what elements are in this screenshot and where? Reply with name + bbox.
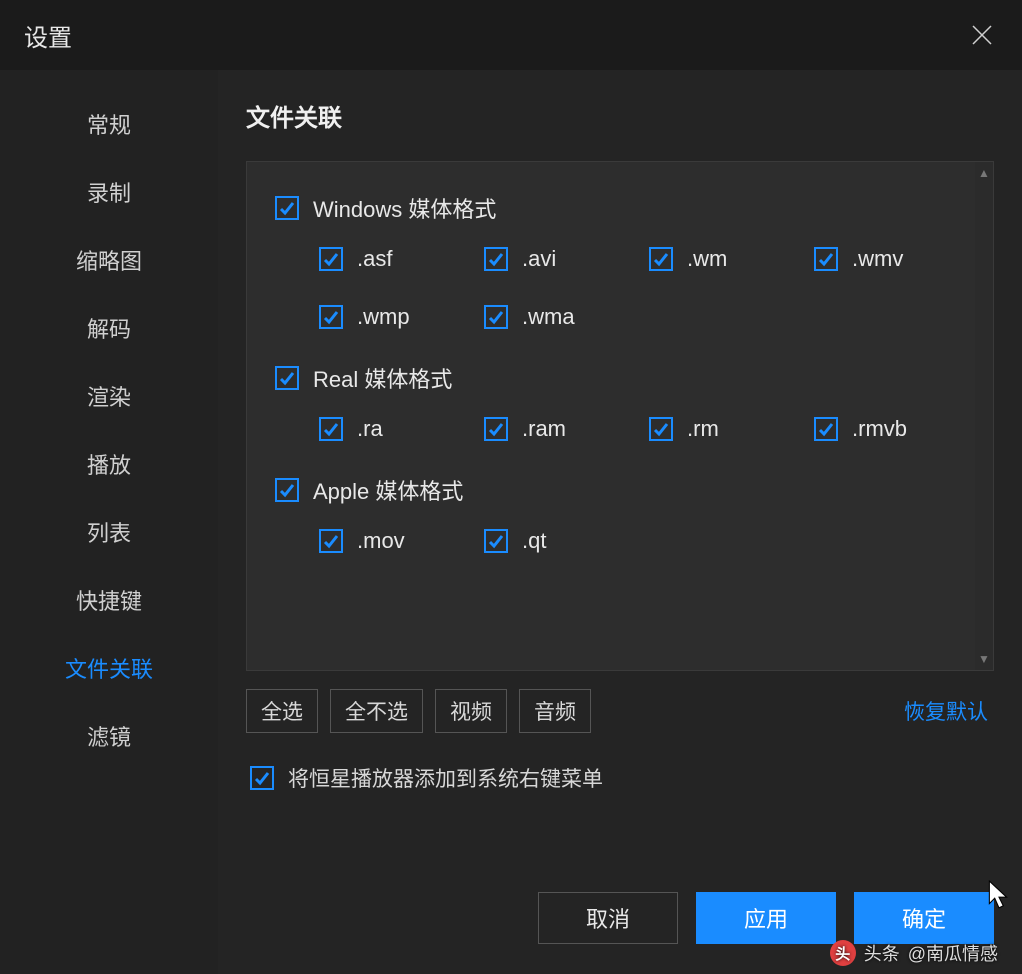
sidebar-item-file-association[interactable]: 文件关联 (0, 634, 218, 702)
check-icon (818, 251, 834, 267)
check-icon (653, 421, 669, 437)
sidebar-item-filter[interactable]: 滤镜 (0, 702, 218, 770)
ext-label: .wma (522, 304, 575, 330)
ext-label: .asf (357, 246, 392, 272)
group-checkbox-real[interactable] (275, 366, 299, 390)
quick-select-row: 全选 全不选 视频 音频 恢复默认 (246, 689, 994, 733)
group-label: Apple 媒体格式 (313, 474, 463, 506)
ext-label: .wmp (357, 304, 410, 330)
sidebar-item-thumbnail[interactable]: 缩略图 (0, 226, 218, 294)
ext-label: .mov (357, 528, 405, 554)
ext-checkbox-qt[interactable] (484, 529, 508, 553)
check-icon (254, 770, 270, 786)
sidebar-item-render[interactable]: 渲染 (0, 362, 218, 430)
check-icon (323, 421, 339, 437)
scroll-up-icon[interactable]: ▲ (978, 166, 990, 180)
ext-label: .wm (687, 246, 727, 272)
ext-checkbox-asf[interactable] (319, 247, 343, 271)
context-menu-row: 将恒星播放器添加到系统右键菜单 (246, 763, 994, 793)
watermark: 头 头条 @南瓜情感 (830, 940, 998, 966)
check-icon (279, 200, 295, 216)
ext-checkbox-avi[interactable] (484, 247, 508, 271)
context-menu-label: 将恒星播放器添加到系统右键菜单 (288, 763, 603, 793)
watermark-author: @南瓜情感 (908, 940, 998, 966)
ext-label: .avi (522, 246, 556, 272)
ext-checkbox-wmp[interactable] (319, 305, 343, 329)
cancel-button[interactable]: 取消 (538, 892, 678, 944)
sidebar: 常规 录制 缩略图 解码 渲染 播放 列表 快捷键 文件关联 滤镜 (0, 70, 218, 974)
group-label: Windows 媒体格式 (313, 192, 496, 224)
ok-button[interactable]: 确定 (854, 892, 994, 944)
ext-label: .qt (522, 528, 546, 554)
ext-label: .wmv (852, 246, 903, 272)
ext-checkbox-wm[interactable] (649, 247, 673, 271)
select-none-button[interactable]: 全不选 (330, 689, 423, 733)
check-icon (279, 482, 295, 498)
ext-checkbox-wma[interactable] (484, 305, 508, 329)
main-panel: 文件关联 Windows 媒体格式 .asf .avi (218, 70, 1022, 974)
ext-label: .ra (357, 416, 383, 442)
window-title: 设置 (24, 18, 72, 53)
check-icon (488, 533, 504, 549)
check-icon (323, 251, 339, 267)
check-icon (488, 421, 504, 437)
check-icon (279, 370, 295, 386)
ext-label: .rmvb (852, 416, 907, 442)
ext-label: .rm (687, 416, 719, 442)
check-icon (818, 421, 834, 437)
format-group-windows: Windows 媒体格式 .asf .avi .wm .wmv .wmp .wm… (275, 192, 983, 330)
ext-checkbox-rmvb[interactable] (814, 417, 838, 441)
sidebar-item-decode[interactable]: 解码 (0, 294, 218, 362)
group-checkbox-apple[interactable] (275, 478, 299, 502)
select-all-button[interactable]: 全选 (246, 689, 318, 733)
formats-scroll-content: Windows 媒体格式 .asf .avi .wm .wmv .wmp .wm… (247, 162, 993, 670)
check-icon (323, 533, 339, 549)
close-button[interactable] (962, 15, 1002, 55)
group-label: Real 媒体格式 (313, 362, 452, 394)
titlebar: 设置 (0, 0, 1022, 70)
scrollbar[interactable]: ▲ ▼ (975, 162, 993, 670)
scroll-down-icon[interactable]: ▼ (978, 652, 990, 666)
context-menu-checkbox[interactable] (250, 766, 274, 790)
format-group-real: Real 媒体格式 .ra .ram .rm .rmvb (275, 362, 983, 442)
sidebar-item-list[interactable]: 列表 (0, 498, 218, 566)
check-icon (488, 309, 504, 325)
check-icon (653, 251, 669, 267)
ext-checkbox-wmv[interactable] (814, 247, 838, 271)
ext-checkbox-ram[interactable] (484, 417, 508, 441)
select-video-button[interactable]: 视频 (435, 689, 507, 733)
ext-checkbox-mov[interactable] (319, 529, 343, 553)
format-group-apple: Apple 媒体格式 .mov .qt (275, 474, 983, 554)
apply-button[interactable]: 应用 (696, 892, 836, 944)
restore-default-link[interactable]: 恢复默认 (904, 696, 994, 726)
group-checkbox-windows[interactable] (275, 196, 299, 220)
formats-panel: Windows 媒体格式 .asf .avi .wm .wmv .wmp .wm… (246, 161, 994, 671)
sidebar-item-playback[interactable]: 播放 (0, 430, 218, 498)
check-icon (323, 309, 339, 325)
check-icon (488, 251, 504, 267)
sidebar-item-general[interactable]: 常规 (0, 90, 218, 158)
section-title: 文件关联 (246, 98, 994, 133)
close-icon (971, 24, 993, 46)
ext-checkbox-rm[interactable] (649, 417, 673, 441)
sidebar-item-record[interactable]: 录制 (0, 158, 218, 226)
ext-label: .ram (522, 416, 566, 442)
settings-window: 设置 常规 录制 缩略图 解码 渲染 播放 列表 快捷键 文件关联 滤镜 文件关… (0, 0, 1022, 974)
ext-checkbox-ra[interactable] (319, 417, 343, 441)
watermark-logo-icon: 头 (830, 940, 856, 966)
select-audio-button[interactable]: 音频 (519, 689, 591, 733)
sidebar-item-hotkey[interactable]: 快捷键 (0, 566, 218, 634)
watermark-brand: 头条 (864, 940, 900, 966)
body: 常规 录制 缩略图 解码 渲染 播放 列表 快捷键 文件关联 滤镜 文件关联 (0, 70, 1022, 974)
